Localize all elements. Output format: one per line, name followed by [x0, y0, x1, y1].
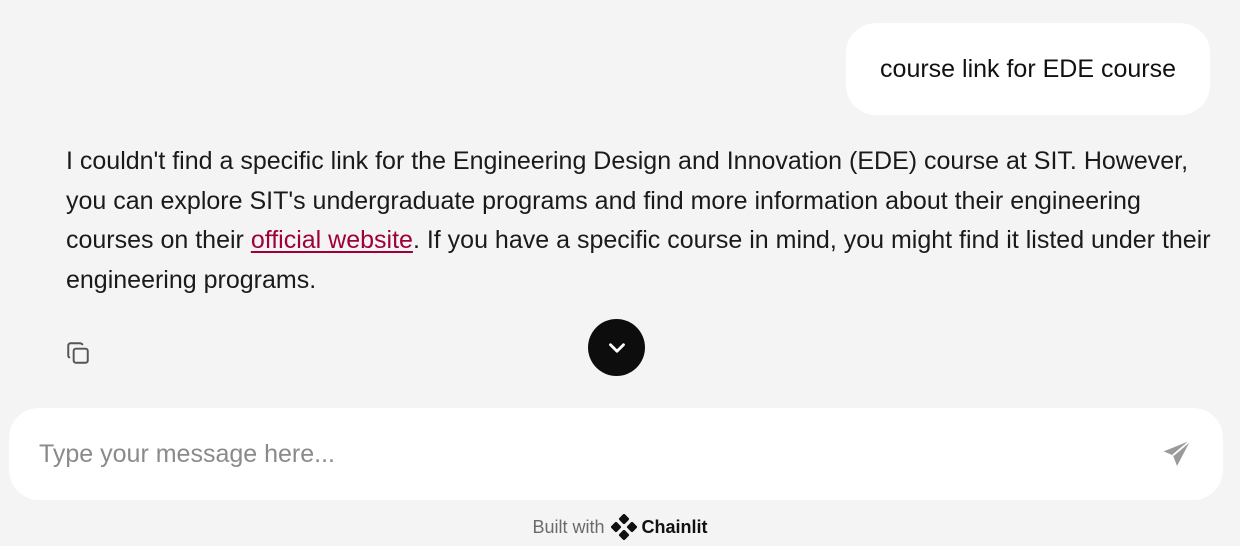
assistant-message: I couldn't find a specific link for the … — [66, 142, 1216, 300]
send-button[interactable] — [1159, 436, 1195, 472]
assistant-message-text: I couldn't find a specific link for the … — [66, 142, 1216, 300]
built-with-text: Built with — [532, 516, 605, 537]
footer: Built with Chainlit — [0, 510, 1240, 544]
chainlit-logo-icon — [610, 514, 637, 540]
copy-icon — [67, 342, 89, 364]
copy-button[interactable] — [64, 339, 92, 367]
message-composer — [9, 408, 1223, 500]
chainlit-brand-name: Chainlit — [641, 516, 708, 537]
scroll-to-bottom-button[interactable] — [588, 319, 645, 376]
user-message-bubble: course link for EDE course — [846, 23, 1210, 115]
chevron-down-icon — [608, 342, 625, 353]
send-icon — [1163, 439, 1191, 466]
chat-page: course link for EDE course I couldn't fi… — [0, 0, 1240, 546]
message-input[interactable] — [37, 438, 1159, 470]
chainlit-brand[interactable]: Chainlit — [610, 514, 708, 540]
official-website-link[interactable]: official website — [251, 226, 413, 254]
user-message-text: course link for EDE course — [880, 54, 1176, 83]
